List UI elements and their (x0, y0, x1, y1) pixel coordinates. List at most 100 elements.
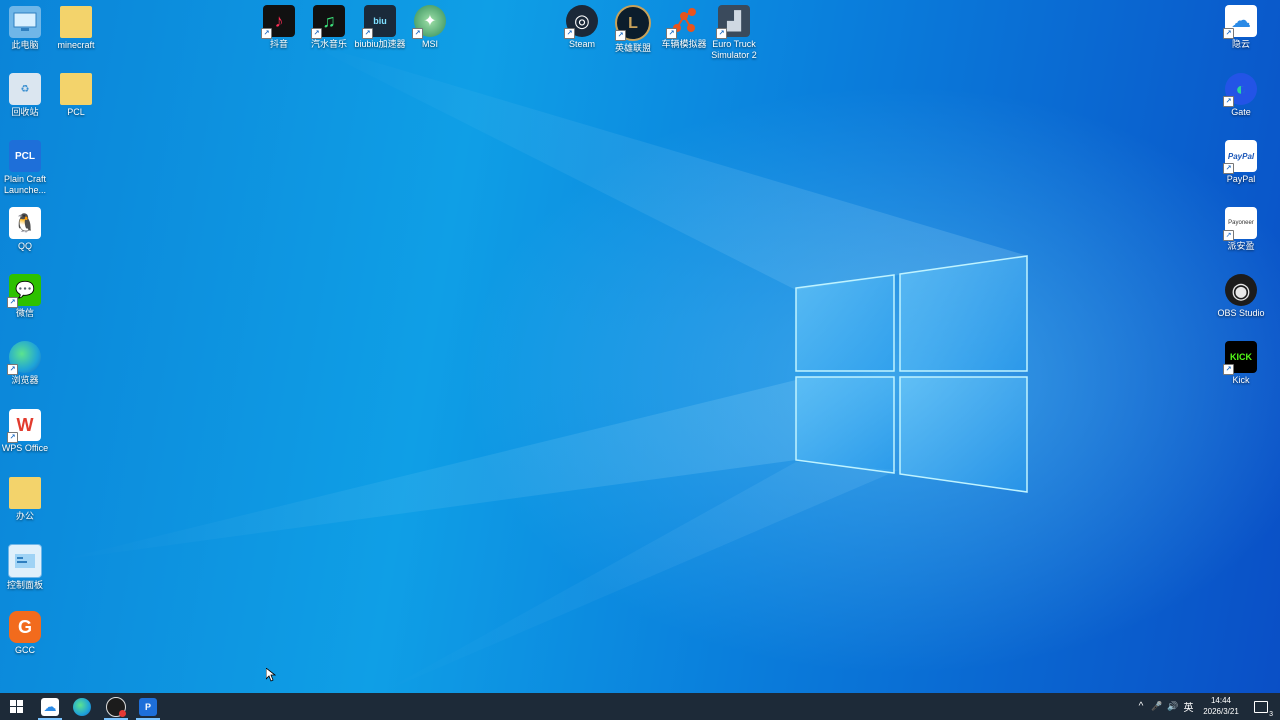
icon-label: 微信 (15, 308, 34, 318)
icon-label: 控制面板 (6, 580, 43, 590)
start-button[interactable] (0, 693, 32, 720)
desktop-icon-kick[interactable]: KICK ↗ Kick (1209, 341, 1273, 386)
edge-icon (73, 697, 91, 716)
douyin-icon: ♪ ↗ (261, 5, 295, 39)
windows-logo (60, 40, 1028, 693)
league-of-legends-icon: L ↗ (615, 5, 651, 41)
msi-glyph: ✦ (423, 12, 437, 30)
icon-label: PayPal (1226, 174, 1256, 184)
desktop-icon-yinyun[interactable]: ☁ ↗ 隐云 (1209, 5, 1273, 50)
obs-studio-icon (106, 696, 126, 717)
icon-label: GCC (15, 645, 35, 655)
volume-icon: 🔊 (1167, 701, 1179, 711)
cloud-icon: ☁ ↗ (1223, 5, 1257, 39)
obs-studio-icon: ◉ (1225, 274, 1257, 306)
qishui-music-icon: ♫ ↗ (311, 5, 345, 39)
payoneer-glyph: Payoneer (1228, 219, 1254, 226)
wps-glyph: W (16, 414, 34, 435)
ets2-glyph: ▟ (727, 10, 741, 31)
wechat-icon: 💬 ↗ (7, 274, 41, 308)
lol-glyph: L (628, 14, 638, 32)
desktop-icon-payoneer[interactable]: Payoneer ↗ 派安盈 (1209, 207, 1273, 252)
icon-label: 浏览器 (11, 375, 39, 385)
icon-label: minecraft (57, 40, 95, 50)
kick-icon: KICK ↗ (1223, 341, 1257, 375)
desktop-icon-qq[interactable]: 🐧 QQ (0, 207, 57, 252)
desktop-icon-wechat[interactable]: 💬 ↗ 微信 (0, 274, 57, 319)
msi-icon: ✦ ↗ (412, 5, 446, 39)
taskbar: ☁ P ^ 🎤 🔊 英 14:44 2026/3/21 3 (0, 693, 1280, 720)
pcl-launcher-icon: PCL (9, 140, 41, 172)
gcc-icon: G (9, 611, 41, 643)
tray-volume[interactable]: 🔊 (1165, 693, 1181, 720)
icon-label: 隐云 (1231, 39, 1250, 49)
tray-clock[interactable]: 14:44 2026/3/21 (1196, 695, 1246, 717)
ime-label: 英 (1183, 703, 1194, 714)
recycle-bin-icon: ♻ (9, 73, 41, 105)
qq-icon: 🐧 (9, 207, 41, 239)
tray-ime-indicator[interactable]: 英 (1181, 693, 1196, 720)
wps-office-icon: W ↗ (7, 409, 41, 443)
desktop-icon-gate[interactable]: ◐ ↗ Gate (1209, 73, 1273, 118)
folder-icon (9, 477, 41, 509)
desktop-icon-control-panel[interactable]: 控制面板 (0, 544, 57, 591)
kick-glyph: KICK (1230, 351, 1252, 362)
douyin-glyph: ♪ (274, 10, 284, 31)
icon-label: OBS Studio (1217, 308, 1265, 318)
paypal-icon: PayPal ↗ (1223, 140, 1257, 174)
taskbar-pcl-button[interactable]: P (132, 693, 164, 720)
icon-label: Kick (1232, 375, 1250, 385)
desktop-icon-obs-studio[interactable]: ◉ OBS Studio (1209, 274, 1273, 319)
notification-count-badge: 3 (1268, 710, 1274, 718)
cloud-glyph: ☁ (1231, 9, 1251, 32)
desktop-icon-gcc[interactable]: G GCC (0, 611, 57, 656)
payoneer-icon: Payoneer ↗ (1223, 207, 1257, 241)
folder-icon (60, 73, 92, 105)
paypal-glyph: PayPal (1227, 151, 1255, 161)
tray-overflow-chevron[interactable]: ^ (1134, 693, 1148, 720)
cloud-icon: ☁ (41, 697, 59, 716)
qishui-glyph: ♫ (322, 10, 336, 31)
biubiu-glyph: biu (373, 15, 387, 26)
desktop-icon-msi[interactable]: ✦ ↗ MSI (398, 5, 462, 50)
desktop-icon-office-folder[interactable]: 办公 (0, 477, 57, 522)
notification-icon: 3 (1254, 700, 1274, 718)
steam-glyph: ◎ (574, 10, 590, 31)
desktop-icon-minecraft[interactable]: minecraft (44, 6, 108, 51)
gate-glyph: ◐ (1235, 78, 1247, 99)
desktop-icon-plain-craft-launcher[interactable]: PCL Plain Craft Launche... (0, 140, 57, 196)
computer-icon (9, 6, 41, 38)
icon-label: Gate (1231, 107, 1251, 117)
icon-label: 派安盈 (1227, 241, 1255, 251)
mouse-cursor-icon (266, 668, 276, 682)
desktop-icon-wps-office[interactable]: W ↗ WPS Office (0, 409, 57, 454)
icon-label: Euro Truck Simulator 2 (711, 39, 757, 60)
icon-label: WPS Office (1, 443, 49, 453)
edge-icon: ↗ (7, 341, 41, 375)
taskbar-edge-button[interactable] (66, 693, 98, 720)
icon-label: PCL (67, 107, 85, 117)
desktop-icon-paypal[interactable]: PayPal ↗ PayPal (1209, 140, 1273, 185)
folder-icon (60, 6, 92, 38)
taskbar-obs-button[interactable] (100, 693, 132, 720)
vehicle-simulator-icon: ↗ (666, 5, 700, 39)
obs-glyph: ◉ (1231, 277, 1251, 303)
desktop-icon-euro-truck-simulator-2[interactable]: ▟ ↗ Euro Truck Simulator 2 (702, 5, 766, 61)
desktop-icon-pcl-folder[interactable]: PCL (44, 73, 108, 118)
desktop-icon-browser[interactable]: ↗ 浏览器 (0, 341, 57, 386)
icon-label: QQ (17, 241, 32, 251)
desktop-background: 此电脑 minecraft ♻ 回收站 PCL PCL Plain Craft … (0, 0, 1280, 693)
chevron-up-icon: ^ (1138, 701, 1144, 712)
icon-label: 办公 (15, 511, 34, 521)
action-center-button[interactable]: 3 (1250, 693, 1274, 720)
icon-label: MSI (421, 39, 438, 49)
windows-start-icon (9, 700, 23, 713)
microphone-icon: 🎤 (1151, 701, 1163, 711)
taskbar-yinyun-button[interactable]: ☁ (34, 693, 66, 720)
tray-microphone[interactable]: 🎤 (1150, 693, 1164, 720)
biubiu-accelerator-icon: biu ↗ (362, 5, 396, 39)
clock-time: 14:44 (1210, 696, 1232, 705)
pcl-launcher-icon: P (139, 697, 157, 716)
icon-label: Plain Craft Launche... (3, 174, 47, 195)
control-panel-icon (8, 544, 42, 578)
